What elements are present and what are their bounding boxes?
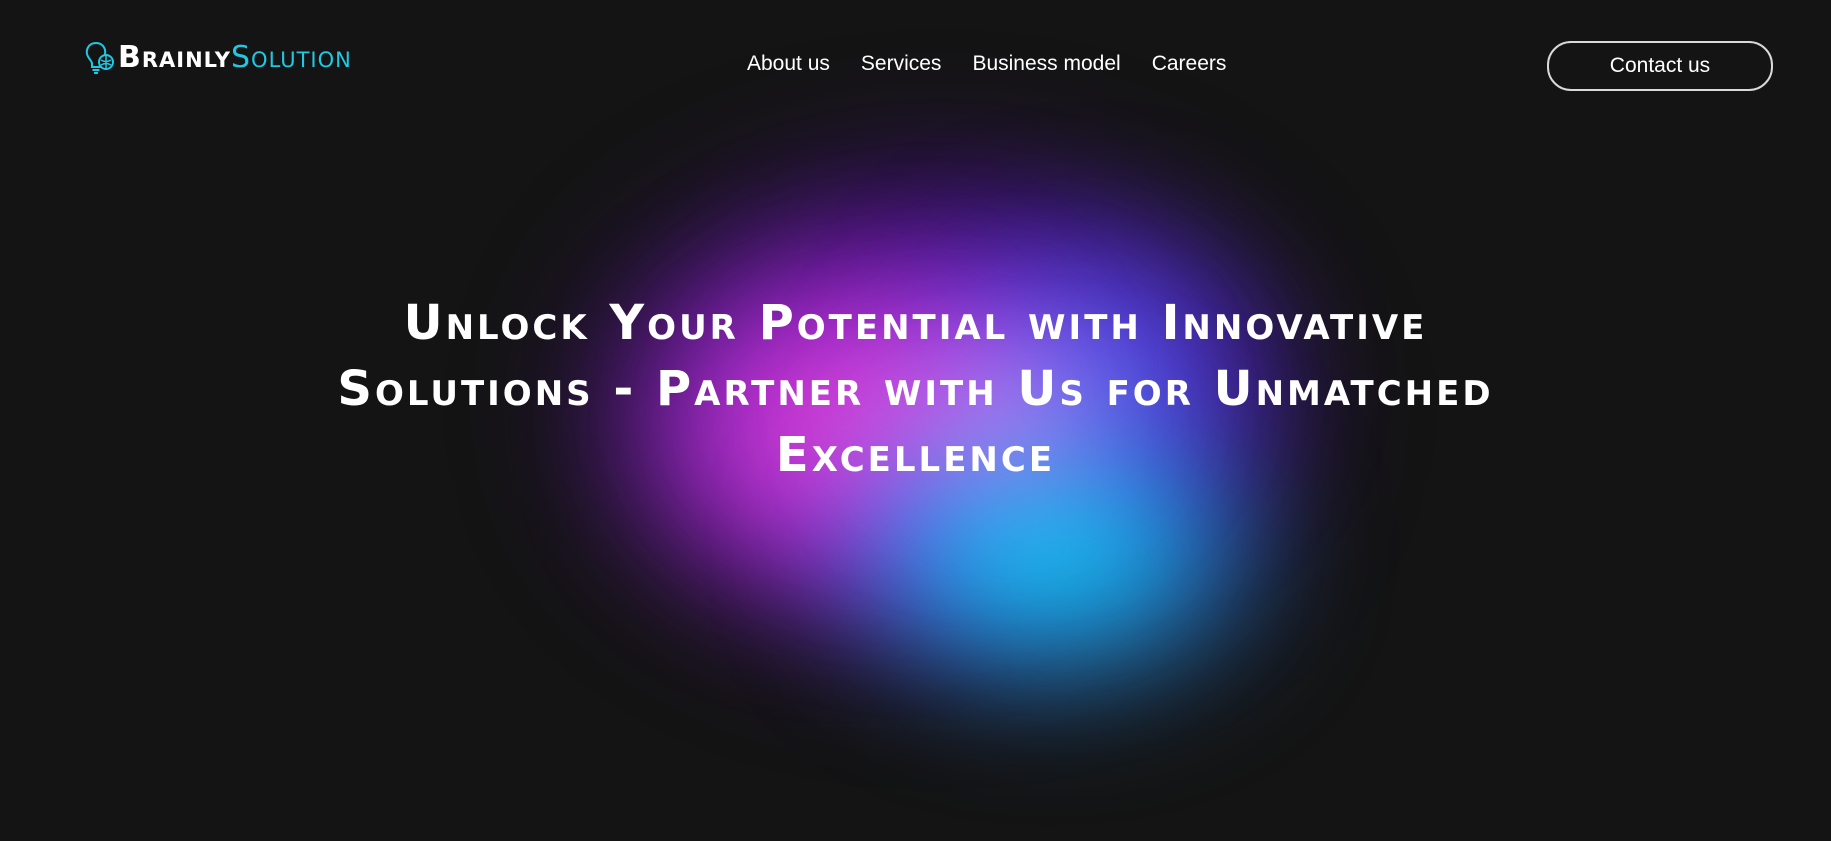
- contact-us-button[interactable]: Contact us: [1547, 41, 1773, 91]
- brand-name-part-1: Brainly: [118, 40, 231, 75]
- brand-name-part-2: Solution: [231, 40, 352, 75]
- nav-link-about-us[interactable]: About us: [747, 48, 830, 80]
- site-header: BrainlySolution About us Services Busine…: [0, 0, 1831, 130]
- brand-logo[interactable]: BrainlySolution: [84, 38, 352, 78]
- nav-link-business-model[interactable]: Business model: [972, 48, 1120, 80]
- lightbulb-brain-icon: [84, 40, 116, 76]
- brand-name: BrainlySolution: [118, 38, 352, 78]
- nav-link-careers[interactable]: Careers: [1152, 48, 1227, 80]
- main-nav: About us Services Business model Careers: [747, 48, 1226, 80]
- hero-title: Unlock Your Potential with Innovative So…: [337, 295, 1494, 483]
- nav-link-services[interactable]: Services: [861, 48, 942, 80]
